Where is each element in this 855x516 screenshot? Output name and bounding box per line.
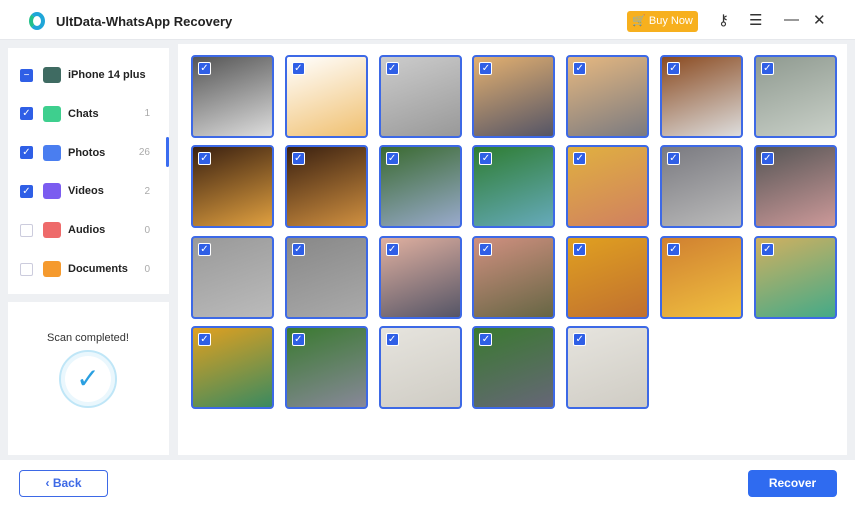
sidebar-item-videos[interactable]: ✓ Videos 2 xyxy=(20,181,150,201)
folder-icon xyxy=(43,261,61,277)
sidebar-item-iphone-14-plus[interactable]: − iPhone 14 plus xyxy=(20,65,150,85)
back-label: Back xyxy=(52,476,82,490)
sidebar-item-chats[interactable]: ✓ Chats 1 xyxy=(20,104,150,124)
photo-checkbox[interactable]: ✓ xyxy=(573,332,587,346)
music-icon xyxy=(43,222,61,239)
photo-checkbox[interactable]: ✓ xyxy=(198,332,211,346)
minimize-icon[interactable]: — xyxy=(784,11,799,28)
checkbox[interactable]: ✓ xyxy=(20,184,33,198)
photo-checkbox[interactable]: ✓ xyxy=(291,332,305,346)
photo-checkbox[interactable]: ✓ xyxy=(479,332,493,346)
category-label: Documents xyxy=(68,263,128,275)
photo-thumbnail[interactable]: ✓ xyxy=(566,145,650,229)
photo-checkbox[interactable]: ✓ xyxy=(291,62,305,75)
photo-checkbox[interactable]: ✓ xyxy=(291,242,305,256)
photo-thumbnail[interactable]: ✓ xyxy=(284,55,368,138)
photo-checkbox[interactable]: ✓ xyxy=(479,152,493,166)
photo-thumbnail[interactable]: ✓ xyxy=(660,235,743,319)
photo-thumbnail[interactable]: ✓ xyxy=(753,55,837,138)
app-title: UltData-WhatsApp Recovery xyxy=(56,14,233,29)
video-icon xyxy=(43,183,61,200)
photo-checkbox[interactable]: ✓ xyxy=(573,152,587,166)
photo-checkbox[interactable]: ✓ xyxy=(760,242,774,256)
sidebar-item-documents[interactable]: Documents 0 xyxy=(20,259,150,279)
sidebar-item-photos[interactable]: ✓ Photos 26 xyxy=(20,143,150,163)
category-count: 1 xyxy=(144,108,150,120)
photo-checkbox[interactable]: ✓ xyxy=(760,152,774,166)
scan-status-panel: Scan completed! ✓ xyxy=(8,302,169,455)
photo-thumbnail[interactable]: ✓ xyxy=(566,325,650,409)
category-count: 0 xyxy=(144,263,150,275)
photo-checkbox[interactable]: ✓ xyxy=(291,152,305,166)
checkbox[interactable] xyxy=(20,262,33,276)
photo-thumbnail[interactable]: ✓ xyxy=(378,145,462,229)
photo-checkbox[interactable]: ✓ xyxy=(198,242,211,256)
photo-thumbnail[interactable]: ✓ xyxy=(472,55,556,138)
photo-icon xyxy=(43,144,61,161)
photo-thumbnail[interactable]: ✓ xyxy=(191,235,274,319)
photo-checkbox[interactable]: ✓ xyxy=(667,242,680,256)
checkbox[interactable]: ✓ xyxy=(20,107,33,121)
checkbox[interactable]: − xyxy=(20,68,33,82)
photo-checkbox[interactable]: ✓ xyxy=(198,62,211,75)
checkbox[interactable] xyxy=(20,223,33,237)
photo-thumbnail[interactable]: ✓ xyxy=(284,145,368,229)
chat-icon xyxy=(43,105,61,122)
category-label: Photos xyxy=(68,146,106,159)
photo-thumbnail[interactable]: ✓ xyxy=(191,145,274,229)
category-count: 26 xyxy=(138,147,150,159)
photo-checkbox[interactable]: ✓ xyxy=(667,62,680,75)
category-label: iPhone 14 plus xyxy=(68,69,146,81)
buy-now-button[interactable]: 🛒 Buy Now xyxy=(627,11,698,32)
photo-thumbnail[interactable]: ✓ xyxy=(378,55,462,138)
photo-thumbnail[interactable]: ✓ xyxy=(472,325,556,409)
photo-checkbox[interactable]: ✓ xyxy=(479,62,493,75)
photo-checkbox[interactable]: ✓ xyxy=(479,242,493,256)
footer-bar xyxy=(0,460,855,516)
photo-thumbnail[interactable]: ✓ xyxy=(566,55,650,138)
recover-button[interactable]: Recover xyxy=(748,470,837,497)
photo-thumbnail[interactable]: ✓ xyxy=(660,55,743,138)
phone-icon xyxy=(43,67,61,83)
photo-thumbnail[interactable]: ✓ xyxy=(566,235,650,319)
buy-now-label: Buy Now xyxy=(648,15,693,27)
photo-checkbox[interactable]: ✓ xyxy=(198,152,211,166)
photo-thumbnail[interactable]: ✓ xyxy=(660,145,743,229)
photo-checkbox[interactable]: ✓ xyxy=(667,152,680,166)
back-button[interactable]: ‹ Back xyxy=(19,470,108,497)
photo-thumbnail[interactable]: ✓ xyxy=(472,145,556,229)
photo-thumbnail[interactable]: ✓ xyxy=(378,235,462,319)
category-count: 2 xyxy=(144,185,150,197)
title-bar: UltData-WhatsApp Recovery 🛒 Buy Now ⚷ ☰ … xyxy=(0,0,855,40)
close-icon[interactable]: ✕ xyxy=(813,11,826,29)
photo-checkbox[interactable]: ✓ xyxy=(385,62,399,75)
photo-checkbox[interactable]: ✓ xyxy=(760,62,774,75)
photo-thumbnail[interactable]: ✓ xyxy=(191,55,274,138)
photo-checkbox[interactable]: ✓ xyxy=(385,332,399,346)
category-label: Audios xyxy=(68,224,106,237)
photo-thumbnail[interactable]: ✓ xyxy=(378,325,462,409)
photo-checkbox[interactable]: ✓ xyxy=(573,62,587,75)
category-label: Videos xyxy=(68,185,104,198)
photo-thumbnail[interactable]: ✓ xyxy=(191,325,274,409)
photo-thumbnail[interactable]: ✓ xyxy=(284,325,368,409)
scan-status: Scan completed! xyxy=(47,332,129,344)
photo-thumbnail[interactable]: ✓ xyxy=(753,235,837,319)
photo-checkbox[interactable]: ✓ xyxy=(573,242,587,256)
photo-thumbnail[interactable]: ✓ xyxy=(472,235,556,319)
sidebar-scrollbar[interactable] xyxy=(166,137,169,167)
photo-checkbox[interactable]: ✓ xyxy=(385,242,399,256)
key-icon[interactable]: ⚷ xyxy=(718,11,729,29)
category-label: Chats xyxy=(68,107,99,120)
category-count: 0 xyxy=(144,224,150,236)
photo-checkbox[interactable]: ✓ xyxy=(385,152,399,166)
menu-icon[interactable]: ☰ xyxy=(749,11,762,29)
app-logo-icon xyxy=(29,12,45,30)
photo-thumbnail[interactable]: ✓ xyxy=(284,235,368,319)
check-icon: ✓ xyxy=(59,350,117,408)
checkbox[interactable]: ✓ xyxy=(20,146,33,160)
sidebar-item-audios[interactable]: Audios 0 xyxy=(20,220,150,240)
photo-thumbnail[interactable]: ✓ xyxy=(753,145,837,229)
